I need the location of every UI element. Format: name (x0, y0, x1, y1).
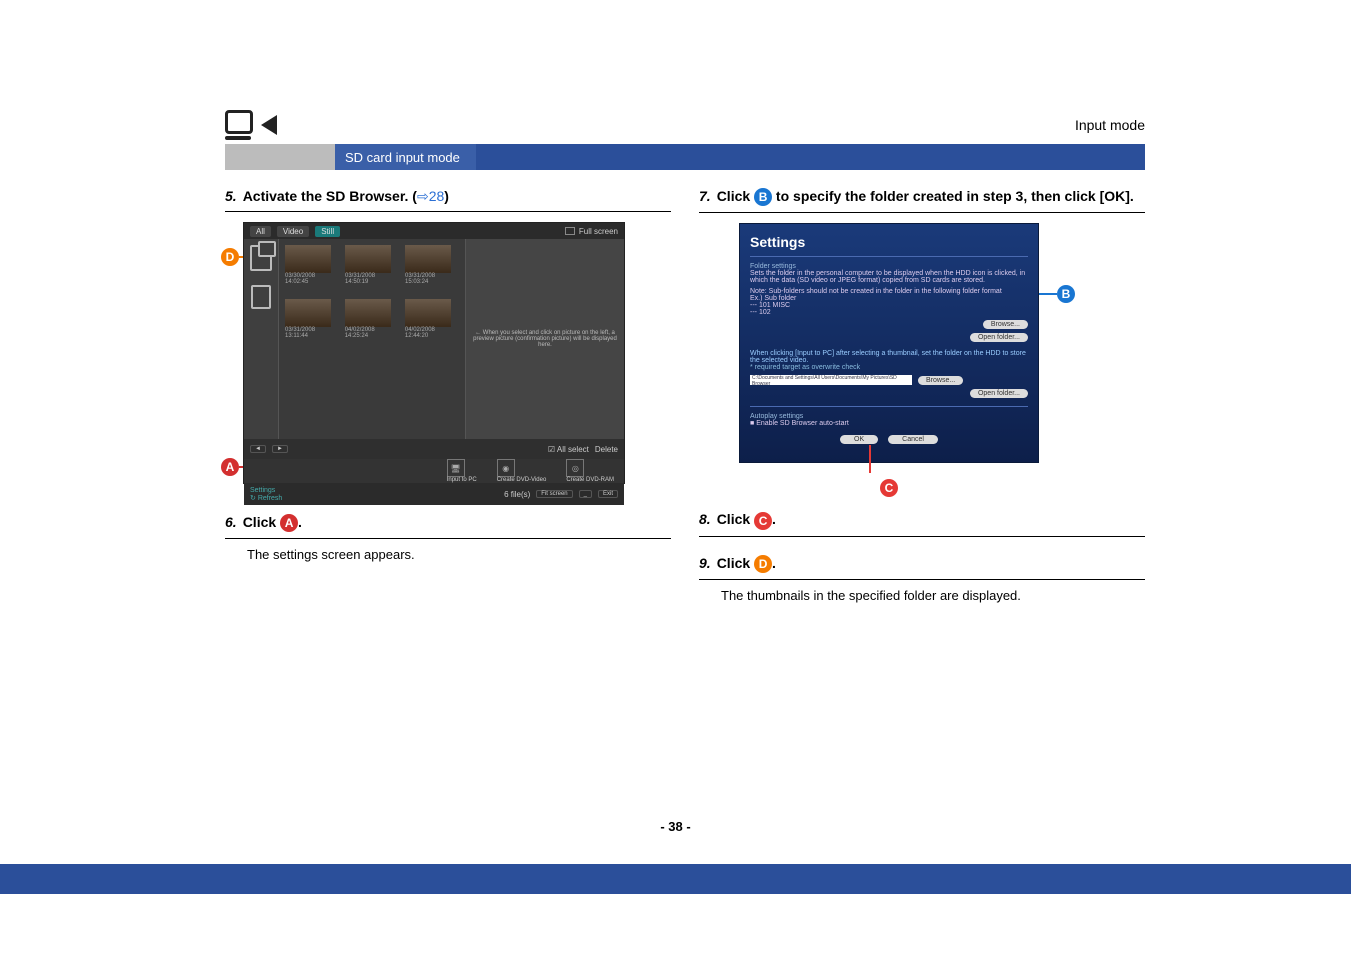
callout-b: B (1057, 285, 1075, 303)
section-title: SD card input mode (335, 144, 476, 170)
minimize-button[interactable]: _ (579, 490, 592, 498)
footer-bar (0, 864, 1351, 894)
callout-d: D (221, 248, 239, 266)
autoplay-checkbox[interactable]: ■ Enable SD Browser auto-start (750, 420, 1028, 427)
all-select-checkbox[interactable]: ☑ All select (548, 445, 589, 454)
ok-button[interactable]: OK (840, 435, 878, 444)
prev-button[interactable]: ◄ (250, 445, 266, 453)
settings-link[interactable]: Settings (250, 487, 275, 494)
thumbnail[interactable] (285, 299, 331, 327)
thumbnail[interactable] (405, 299, 451, 327)
section-bar: SD card input mode (225, 144, 1145, 170)
thumbnail[interactable] (405, 245, 451, 273)
page-link-28[interactable]: 28 (429, 188, 445, 204)
create-dvd-video-icon[interactable]: ◉ (497, 459, 515, 477)
input-mode-icon (225, 110, 277, 140)
sd-overlay-icon[interactable] (250, 245, 272, 271)
open-folder-button-2[interactable]: Open folder... (970, 389, 1028, 398)
cancel-button[interactable]: Cancel (888, 435, 938, 444)
open-folder-button-1[interactable]: Open folder... (970, 333, 1028, 342)
fit-screen-button[interactable]: Fit screen (536, 490, 572, 498)
step-5: 5. Activate the SD Browser. (⇨28) (225, 188, 671, 205)
tab-video[interactable]: Video (277, 226, 309, 237)
step7-circle-b: B (754, 188, 772, 206)
browse-button-2[interactable]: Browse... (918, 376, 963, 385)
tab-all[interactable]: All (250, 226, 271, 237)
step-6: 6. Click A. (225, 514, 671, 532)
input-to-pc-icon[interactable]: 🖥 (447, 459, 465, 477)
full-screen-label[interactable]: Full screen (579, 227, 618, 236)
step6-circle-a: A (280, 514, 298, 532)
step9-desc: The thumbnails in the specified folder a… (721, 588, 1145, 603)
hdd-icon[interactable] (251, 285, 271, 309)
thumbnail-grid: 03/30/2008 14:02:45 03/31/2008 14:50:19 … (279, 239, 465, 439)
fullscreen-icon[interactable] (565, 227, 575, 235)
settings-title: Settings (750, 234, 1028, 250)
page-number: - 38 - (0, 819, 1351, 834)
thumbnail[interactable] (285, 245, 331, 273)
settings-dialog-screenshot: Settings Folder settings Sets the folder… (739, 223, 1039, 463)
mode-label: Input mode (1075, 117, 1145, 133)
item-count: 6 file(s) (504, 490, 530, 499)
callout-c: C (880, 479, 898, 497)
next-button[interactable]: ► (272, 445, 288, 453)
browse-button-1[interactable]: Browse... (983, 320, 1028, 329)
step-7: 7. Click B to specify the folder created… (699, 188, 1145, 206)
sd-browser-screenshot: All Video Still Full screen (243, 222, 625, 484)
callout-a: A (221, 458, 239, 476)
header-row: Input mode (225, 110, 1145, 140)
left-column: 5. Activate the SD Browser. (⇨28) D A (225, 188, 671, 621)
step8-circle-c: C (754, 512, 772, 530)
step-9: 9. Click D. (699, 555, 1145, 573)
link-arrow-icon: ⇨ (417, 188, 429, 205)
create-dvd-ram-icon[interactable]: ◎ (566, 459, 584, 477)
thumbnail[interactable] (345, 245, 391, 273)
step-8: 8. Click C. (699, 511, 1145, 529)
refresh-link[interactable]: ↻ Refresh (250, 495, 282, 502)
step9-circle-d: D (754, 555, 772, 573)
arrow-left-icon (261, 115, 277, 135)
preview-pane: ← When you select and click on picture o… (465, 239, 624, 439)
content-area: Input mode SD card input mode 5. Activat… (225, 110, 1145, 621)
path-input[interactable]: C:\Documents and Settings\All Users\Docu… (750, 375, 912, 385)
right-column: 7. Click B to specify the folder created… (699, 188, 1145, 621)
exit-button[interactable]: Exit (598, 490, 618, 498)
thumbnail[interactable] (345, 299, 391, 327)
tab-still[interactable]: Still (315, 226, 340, 237)
step6-desc: The settings screen appears. (247, 547, 671, 562)
delete-button[interactable]: Delete (595, 445, 618, 454)
